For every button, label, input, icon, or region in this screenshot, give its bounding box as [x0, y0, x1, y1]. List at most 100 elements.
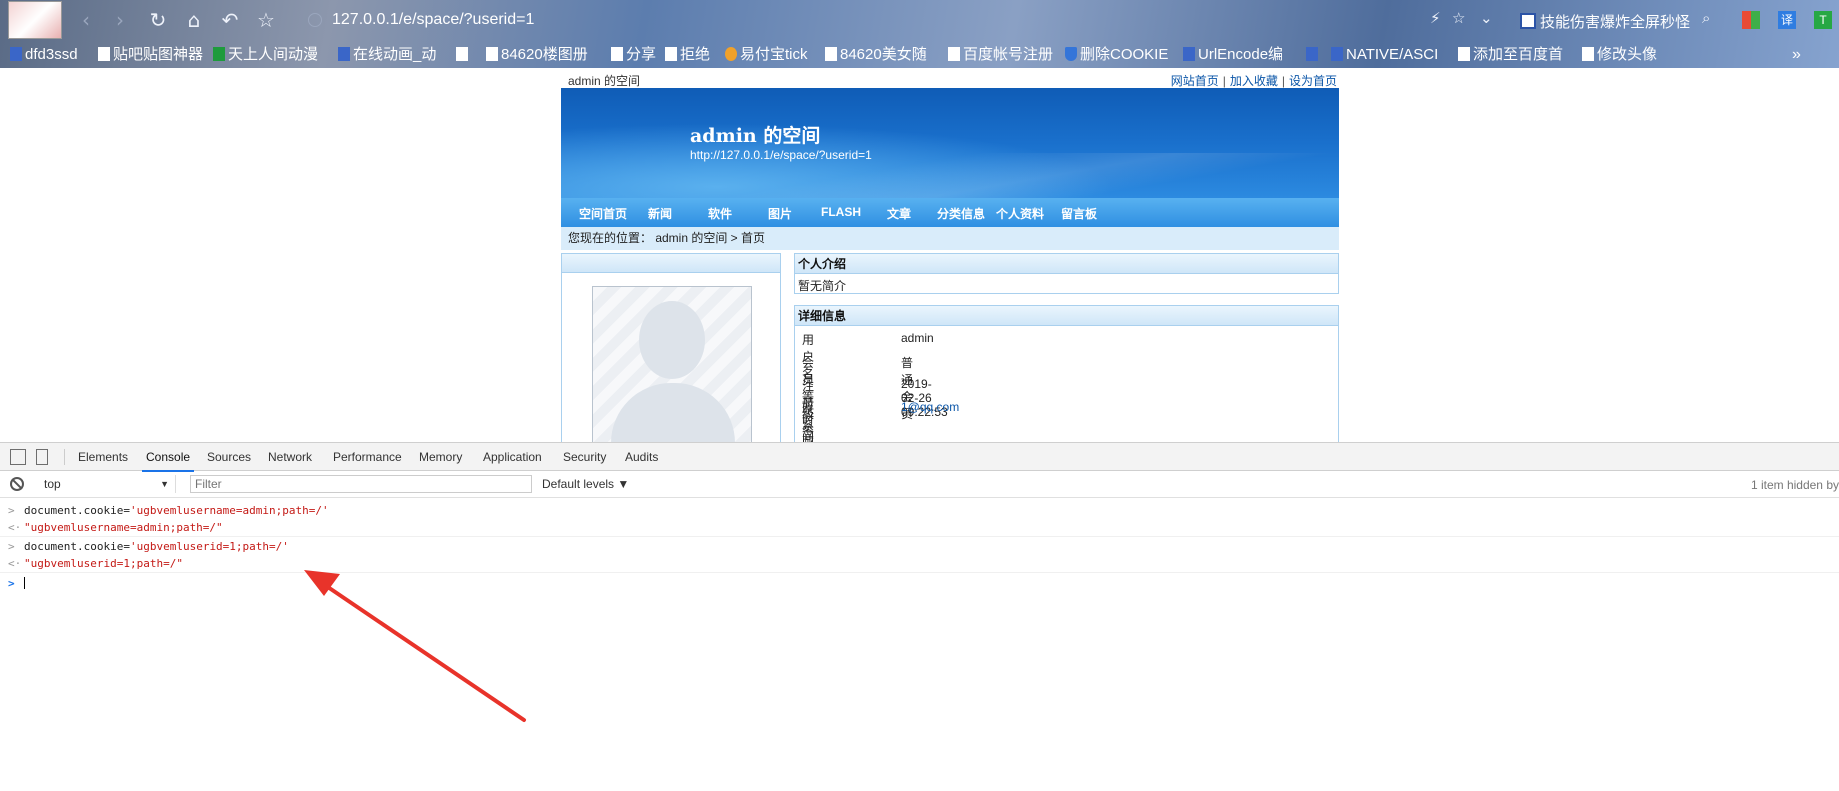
avatar-panel-header — [561, 253, 781, 273]
back-icon[interactable]: ‹ — [72, 6, 100, 34]
devtools-tabbar: Elements Console Sources Network Perform… — [0, 443, 1839, 472]
bookmark-item[interactable]: NATIVE/ASCI — [1331, 45, 1438, 65]
tab-audits[interactable]: Audits — [625, 450, 658, 464]
chevron-down-icon[interactable]: ⌄ — [1480, 9, 1493, 27]
input-prompt-icon: > — [8, 504, 15, 517]
profile-avatar[interactable] — [8, 1, 62, 39]
link-add-favorite[interactable]: 加入收藏 — [1230, 74, 1278, 88]
address-bar[interactable]: 127.0.0.1/e/space/?userid=1 — [300, 8, 1430, 34]
inspect-element-icon[interactable] — [10, 449, 26, 465]
context-value: top — [44, 477, 61, 491]
space-page: admin 的空间 网站首页 | 加入收藏 | 设为首页 admin 的空间 http:… — [561, 68, 1339, 467]
tab-memory[interactable]: Memory — [419, 450, 462, 464]
clear-console-icon[interactable] — [10, 477, 24, 491]
bookmark-item[interactable] — [1306, 45, 1321, 65]
tab-security[interactable]: Security — [563, 450, 606, 464]
intro-title: 个人介绍 — [795, 254, 1338, 274]
console-filterbar: top ▼ Default levels ▼ 1 item hidden by — [0, 471, 1839, 498]
bookmark-item[interactable]: 修改头像 — [1582, 45, 1657, 65]
result-arrow-icon: <· — [8, 557, 22, 570]
prompt-chevron-icon: > — [8, 577, 15, 590]
extension-icon[interactable]: T — [1814, 11, 1832, 29]
search-icon[interactable]: ⌕ — [1702, 9, 1710, 27]
avatar-body-shape — [611, 383, 735, 443]
context-select[interactable]: top ▼ — [36, 475, 176, 493]
tab-network[interactable]: Network — [268, 450, 312, 464]
nav-pictures[interactable]: 图片 — [768, 205, 792, 222]
translate-icon[interactable]: 译 — [1778, 11, 1796, 29]
info-column: 个人介绍 暂无简介 详细信息 用户名 admin 会员等级 普通会员 注册时间 201… — [794, 250, 1339, 467]
nav-software[interactable]: 软件 — [708, 205, 732, 222]
forward-icon[interactable]: › — [106, 6, 134, 34]
avatar-head-shape — [639, 301, 705, 379]
bookmarks-bar: dfd3ssd 贴吧贴图神器 天上人间动漫 在线动画_动 84620楼图册 分享… — [0, 41, 1839, 68]
console-input-line: > document.cookie='ugbvemlusername=admin;… — [0, 502, 1839, 520]
bookmark-item[interactable]: 贴吧贴图神器 — [98, 45, 203, 65]
tab-console[interactable]: Console — [141, 450, 195, 472]
intro-text: 暂无简介 — [798, 279, 847, 293]
tab-elements[interactable]: Elements — [78, 450, 128, 464]
tab-performance[interactable]: Performance — [333, 450, 402, 464]
nav-flash[interactable]: FLASH — [821, 205, 861, 219]
bookmark-item[interactable]: 84620楼图册 — [486, 45, 588, 65]
bookmark-item[interactable]: dfd3ssd — [10, 45, 78, 65]
bookmark-item[interactable] — [456, 45, 471, 65]
divider — [64, 449, 65, 465]
console-output[interactable]: > document.cookie='ugbvemlusername=admin;… — [0, 498, 1839, 791]
bookmark-item[interactable]: 分享 — [611, 45, 656, 65]
avatar-placeholder — [592, 286, 752, 444]
separator: | — [1281, 74, 1285, 88]
bookmark-item[interactable]: UrlEncode编 — [1183, 45, 1283, 65]
detail-panel: 详细信息 用户名 admin 会员等级 普通会员 注册时间 2019-02-26 09… — [794, 305, 1339, 467]
detail-title: 详细信息 — [795, 306, 1338, 326]
separator: | — [1222, 74, 1226, 88]
home-icon[interactable]: ⌂ — [180, 6, 208, 34]
link-site-home[interactable]: 网站首页 — [1171, 74, 1219, 88]
banner-title: admin 的空间 — [690, 125, 821, 147]
console-prompt[interactable]: > — [0, 575, 1839, 593]
bookmark-star-icon[interactable]: ☆ — [1452, 9, 1465, 27]
bookmark-item[interactable]: 删除COOKIE — [1065, 45, 1168, 65]
bookmark-item[interactable]: 天上人间动漫 — [213, 45, 318, 65]
reload-icon[interactable]: ↻ — [144, 6, 172, 34]
browser-chrome: ‹ › ↻ ⌂ ↶ ☆ 127.0.0.1/e/space/?userid=1 … — [0, 0, 1839, 68]
lightning-icon[interactable]: ⚡ — [1430, 9, 1441, 27]
input-prompt-icon: > — [8, 540, 15, 553]
bookmark-item[interactable]: 拒绝 — [665, 45, 710, 65]
nav-news[interactable]: 新闻 — [648, 205, 672, 222]
log-levels-dropdown[interactable]: Default levels ▼ — [542, 477, 629, 491]
nav-space-home[interactable]: 空间首页 — [579, 205, 627, 222]
breadcrumb: 您现在的位置： admin 的空间 > 首页 — [561, 227, 1339, 250]
page-topbar: admin 的空间 网站首页 | 加入收藏 | 设为首页 — [561, 68, 1339, 88]
bookmark-item[interactable]: 84620美女随 — [825, 45, 927, 65]
bookmark-item[interactable]: 添加至百度首 — [1458, 45, 1563, 65]
address-url[interactable]: 127.0.0.1/e/space/?userid=1 — [332, 11, 534, 29]
avatar-panel — [561, 272, 781, 444]
site-info-icon[interactable] — [308, 13, 322, 27]
caret-down-icon: ▼ — [160, 479, 169, 489]
bookmark-item[interactable]: 百度帐号注册 — [948, 45, 1053, 65]
banner-url: http://127.0.0.1/e/space/?userid=1 — [690, 148, 872, 162]
tab-application[interactable]: Application — [483, 450, 542, 464]
promo-link[interactable]: 技能伤害爆炸全屏秒怪 — [1520, 11, 1690, 32]
undo-icon[interactable]: ↶ — [216, 6, 244, 34]
email-link[interactable]: 1@qq.com — [901, 400, 959, 414]
device-toolbar-icon[interactable] — [36, 449, 48, 465]
nav-profile[interactable]: 个人资料 — [996, 205, 1044, 222]
console-filter-input[interactable] — [190, 475, 532, 493]
result-arrow-icon: <· — [8, 521, 22, 534]
hidden-items-count: 1 item hidden by — [1750, 478, 1839, 492]
tab-sources[interactable]: Sources — [207, 450, 251, 464]
space-banner: admin 的空间 http://127.0.0.1/e/space/?user… — [561, 88, 1339, 198]
bookmarks-overflow-icon[interactable]: » — [1792, 45, 1801, 65]
bookmark-item[interactable]: 在线动画_动 — [338, 45, 436, 65]
apps-icon[interactable] — [1742, 11, 1760, 29]
nav-guestbook[interactable]: 留言板 — [1061, 205, 1097, 222]
nav-articles[interactable]: 文章 — [887, 205, 911, 222]
bookmark-item[interactable]: 易付宝tick — [725, 45, 808, 65]
link-set-homepage[interactable]: 设为首页 — [1289, 74, 1337, 88]
star-icon[interactable]: ☆ — [252, 6, 280, 34]
console-result-line: <· "ugbvemlusername=admin;path=/" — [0, 519, 1839, 537]
banner-decoration — [561, 153, 1339, 198]
nav-classifieds[interactable]: 分类信息 — [937, 205, 985, 222]
